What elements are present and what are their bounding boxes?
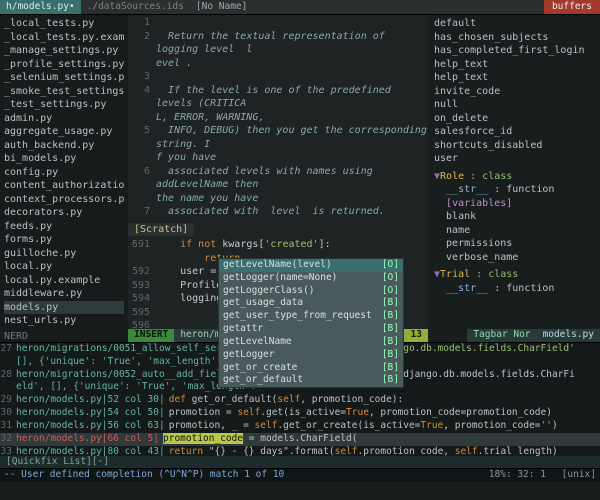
tag-item[interactable]: [variables] bbox=[434, 197, 594, 211]
command-line[interactable]: -- User defined completion (^U^N^P) matc… bbox=[0, 468, 600, 482]
tag-class-heading[interactable]: ▼Trial : class bbox=[434, 268, 594, 282]
tab-bar: h/models.py• ./dataSources.ids [No Name]… bbox=[0, 0, 600, 14]
tag-item[interactable]: help_text bbox=[434, 71, 594, 85]
tag-item[interactable]: has_chosen_subjects bbox=[434, 31, 594, 45]
tag-item[interactable]: name bbox=[434, 224, 594, 238]
file-item[interactable]: nest_urls.py bbox=[4, 314, 124, 328]
tab-active[interactable]: h/models.py• bbox=[0, 0, 81, 14]
file-item[interactable]: models.py bbox=[4, 301, 124, 315]
tag-item[interactable]: default bbox=[434, 17, 594, 31]
file-item[interactable]: auth_backend.py bbox=[4, 139, 124, 153]
file-item[interactable]: guilloche.py bbox=[4, 247, 124, 261]
mode-indicator: INSERT bbox=[128, 329, 174, 342]
tagbar-status: Tagbar Nor models.py bbox=[467, 329, 600, 342]
doc-preview: 1 2 Return the textual representation of… bbox=[128, 15, 428, 221]
quickfix-row[interactable]: 29heron/models.py|52 col 30| def get_or_… bbox=[0, 394, 600, 407]
completion-item[interactable]: get_or_create[B] bbox=[219, 362, 403, 375]
tagbar-pane[interactable]: defaulthas_chosen_subjectshas_completed_… bbox=[428, 15, 600, 342]
tag-item[interactable]: shortcuts_disabled bbox=[434, 139, 594, 153]
file-item[interactable]: content_authorization.py bbox=[4, 179, 124, 193]
tagbar-file: models.py bbox=[537, 329, 600, 342]
tag-item[interactable]: on_delete bbox=[434, 112, 594, 126]
file-item[interactable]: forms.py bbox=[4, 233, 124, 247]
scratch-label: [Scratch] bbox=[128, 223, 194, 237]
tag-item[interactable]: user bbox=[434, 152, 594, 166]
tag-function[interactable]: __str__ : function bbox=[434, 282, 594, 296]
file-item[interactable]: local.py bbox=[4, 260, 124, 274]
cmdline-enc: [unix] bbox=[552, 469, 596, 480]
quickfix-row[interactable]: 31heron/models.py|56 col 63| promotion, … bbox=[0, 420, 600, 433]
completion-item[interactable]: getLoggerClass()[O] bbox=[219, 285, 403, 298]
file-item[interactable]: _smoke_test_settings.py bbox=[4, 85, 124, 99]
tag-item[interactable]: has_completed_first_login bbox=[434, 44, 594, 58]
file-item[interactable]: middleware.py bbox=[4, 287, 124, 301]
file-item[interactable]: admin.py bbox=[4, 112, 124, 126]
tagbar-mode: Tagbar Nor bbox=[467, 329, 536, 342]
quickfix-row[interactable]: 30heron/models.py|54 col 50| promotion =… bbox=[0, 407, 600, 420]
file-item[interactable]: _selenium_settings.py bbox=[4, 71, 124, 85]
file-item[interactable]: _profile_settings.py bbox=[4, 58, 124, 72]
tag-item[interactable]: verbose_name bbox=[434, 251, 594, 265]
quickfix-title: [Quickfix List][-] bbox=[0, 456, 600, 468]
tab-noname[interactable]: [No Name] bbox=[190, 0, 253, 14]
file-item[interactable]: config.py bbox=[4, 166, 124, 180]
completion-item[interactable]: getLogger(name=None)[O] bbox=[219, 272, 403, 285]
nerdtree-label: NERD bbox=[4, 330, 124, 343]
file-item[interactable]: local.py.example bbox=[4, 274, 124, 288]
file-item[interactable]: aggregate_usage.py bbox=[4, 125, 124, 139]
completion-item[interactable]: get_or_default[B] bbox=[219, 374, 403, 387]
file-item[interactable]: _test_settings.py bbox=[4, 98, 124, 112]
completion-item[interactable]: get_usage_data[B] bbox=[219, 297, 403, 310]
quickfix-status: [Quickfix List][-] bbox=[0, 456, 600, 468]
quickfix-row[interactable]: 32heron/models.py|66 col 5| promotion_co… bbox=[0, 433, 600, 446]
file-item[interactable]: decorators.py bbox=[4, 206, 124, 220]
tag-item[interactable]: blank bbox=[434, 210, 594, 224]
file-item[interactable]: _local_tests.py bbox=[4, 17, 124, 31]
cmdline-right: 18%: 32: 1 [unix] bbox=[479, 469, 596, 482]
file-item[interactable]: feeds.py bbox=[4, 220, 124, 234]
tag-item[interactable]: invite_code bbox=[434, 85, 594, 99]
completion-item[interactable]: getLevelName[B] bbox=[219, 336, 403, 349]
completion-item[interactable]: getLogger[B] bbox=[219, 349, 403, 362]
completion-popup[interactable]: getLevelName(level)[O]getLogger(name=Non… bbox=[218, 258, 404, 388]
completion-item[interactable]: getLevelName(level)[O] bbox=[219, 259, 403, 272]
file-item[interactable]: context_processors.py bbox=[4, 193, 124, 207]
completion-message: -- User defined completion (^U^N^P) matc… bbox=[4, 469, 479, 482]
tag-item[interactable]: permissions bbox=[434, 237, 594, 251]
tab-datasources[interactable]: ./dataSources.ids bbox=[81, 0, 190, 14]
file-item[interactable]: bi_models.py bbox=[4, 152, 124, 166]
completion-item[interactable]: get_user_type_from_request[B] bbox=[219, 310, 403, 323]
tag-item[interactable]: help_text bbox=[434, 58, 594, 72]
quickfix-row[interactable]: 33heron/models.py|80 col 43| return "{} … bbox=[0, 446, 600, 457]
completion-item[interactable]: getattr[B] bbox=[219, 323, 403, 336]
file-tree[interactable]: _local_tests.py_local_tests.py.example_m… bbox=[0, 15, 128, 342]
tag-item[interactable]: salesforce_id bbox=[434, 125, 594, 139]
file-item[interactable]: _manage_settings.py bbox=[4, 44, 124, 58]
tag-item[interactable]: null bbox=[434, 98, 594, 112]
file-item[interactable]: _local_tests.py.example bbox=[4, 31, 124, 45]
tag-function[interactable]: __str__ : function bbox=[434, 183, 594, 197]
buffers-indicator[interactable]: buffers bbox=[544, 0, 600, 14]
tag-class-heading[interactable]: ▼Role : class bbox=[434, 170, 594, 184]
cmdline-pos: 18%: 32: 1 bbox=[479, 469, 546, 480]
